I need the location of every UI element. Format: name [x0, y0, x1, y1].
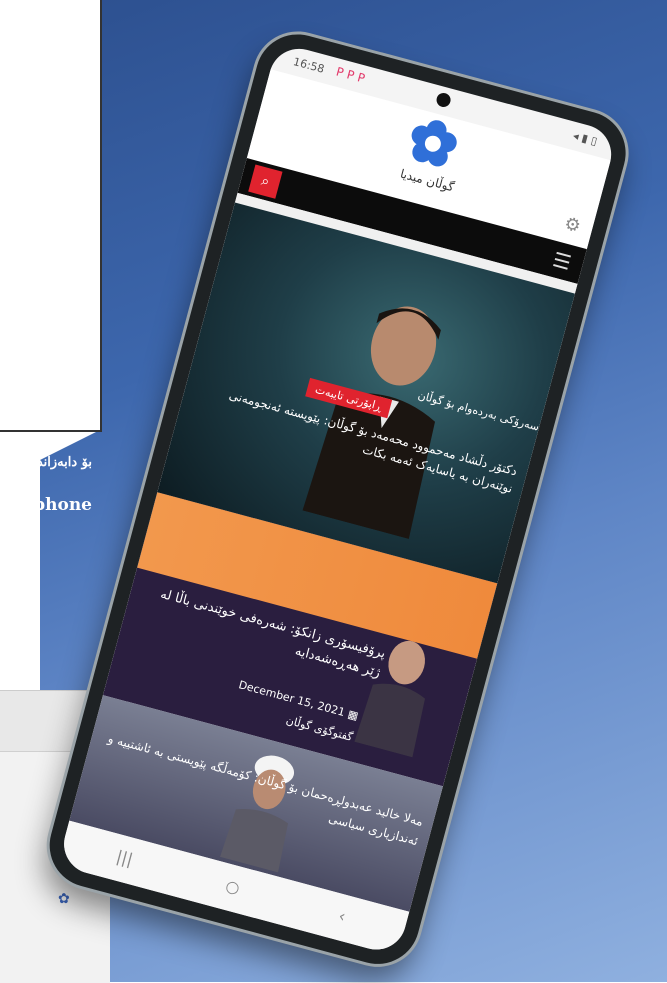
- status-time: 16:58: [291, 55, 326, 76]
- hamburger-menu-icon[interactable]: ☰: [550, 247, 574, 275]
- white-panel: [0, 0, 102, 432]
- search-button[interactable]: ⌕: [248, 164, 283, 199]
- search-icon: ⌕: [259, 172, 272, 191]
- recent-apps-button[interactable]: |||: [114, 847, 135, 870]
- system-icons: ◂ ▮ ▯: [571, 128, 599, 148]
- home-button[interactable]: ○: [224, 876, 242, 898]
- back-button[interactable]: ‹: [337, 906, 348, 926]
- notification-icons: P P P: [334, 64, 367, 86]
- flower-logo-icon: ✿: [58, 891, 70, 907]
- gear-icon[interactable]: ⚙: [562, 213, 583, 237]
- side-url-fragment: m=iphone: [0, 495, 92, 515]
- side-caption: بۆ دابەزاند: [36, 455, 92, 470]
- flower-logo-icon[interactable]: [401, 112, 465, 176]
